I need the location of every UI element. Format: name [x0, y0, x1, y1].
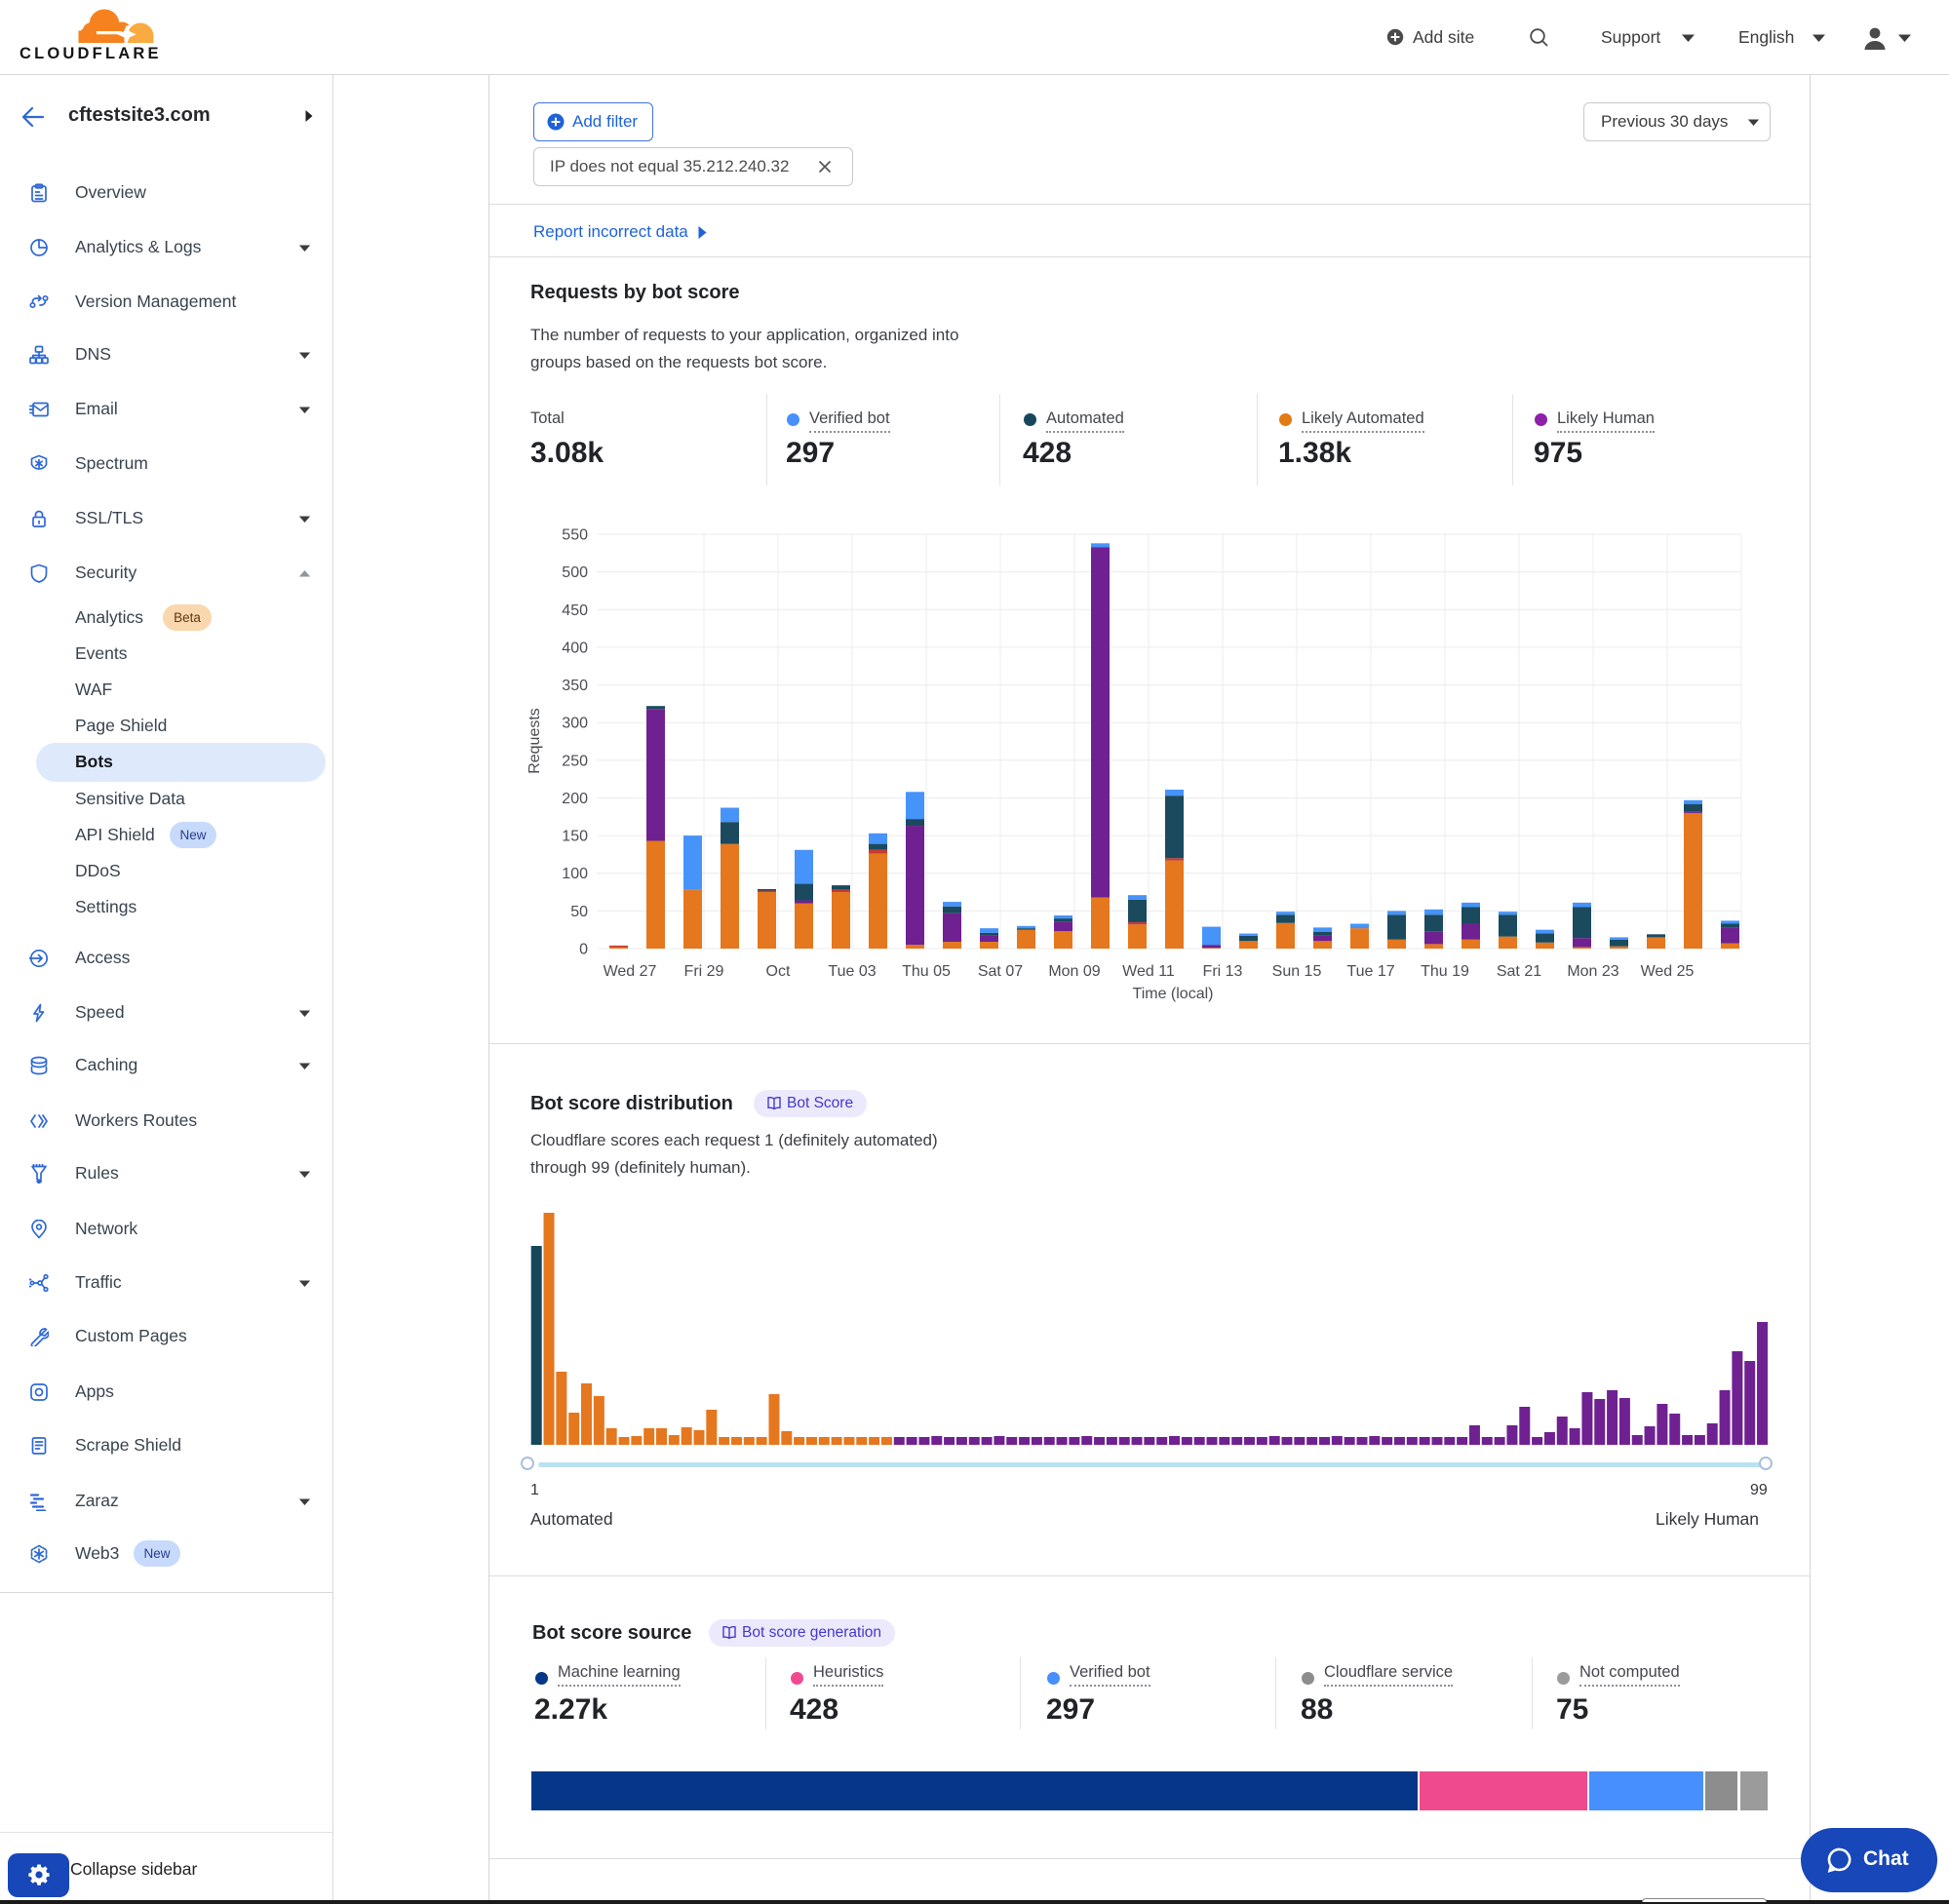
- svg-text:300: 300: [562, 716, 588, 732]
- svg-text:150: 150: [562, 829, 588, 845]
- svg-text:250: 250: [562, 753, 588, 769]
- svg-text:CLOUDFLARE: CLOUDFLARE: [19, 45, 162, 62]
- svg-text:450: 450: [562, 602, 588, 619]
- svg-text:Mon 23: Mon 23: [1567, 963, 1618, 980]
- svg-text:Tue 03: Tue 03: [828, 963, 876, 980]
- svg-text:Mon 09: Mon 09: [1048, 963, 1100, 980]
- svg-text:Wed 11: Wed 11: [1122, 963, 1175, 980]
- svg-text:Wed 27: Wed 27: [604, 963, 657, 980]
- svg-text:Tue 17: Tue 17: [1346, 963, 1394, 980]
- svg-text:550: 550: [562, 527, 588, 544]
- svg-text:Oct: Oct: [766, 963, 791, 980]
- svg-text:200: 200: [562, 791, 588, 807]
- svg-text:Time (local): Time (local): [1133, 986, 1214, 1002]
- svg-text:Sat 21: Sat 21: [1497, 963, 1541, 980]
- svg-text:Wed 25: Wed 25: [1641, 963, 1695, 980]
- svg-text:500: 500: [562, 564, 588, 581]
- svg-text:400: 400: [562, 640, 588, 656]
- svg-text:Sat 07: Sat 07: [978, 963, 1023, 980]
- svg-text:100: 100: [562, 866, 588, 882]
- svg-text:Fri 29: Fri 29: [684, 963, 724, 980]
- svg-text:Fri 13: Fri 13: [1203, 963, 1243, 980]
- svg-text:Requests: Requests: [526, 708, 543, 774]
- svg-text:350: 350: [562, 678, 588, 694]
- svg-text:Thu 05: Thu 05: [902, 963, 951, 980]
- svg-text:Sun 15: Sun 15: [1272, 963, 1322, 980]
- svg-text:0: 0: [579, 942, 588, 958]
- svg-text:Thu 19: Thu 19: [1421, 963, 1469, 980]
- svg-text:50: 50: [570, 904, 588, 920]
